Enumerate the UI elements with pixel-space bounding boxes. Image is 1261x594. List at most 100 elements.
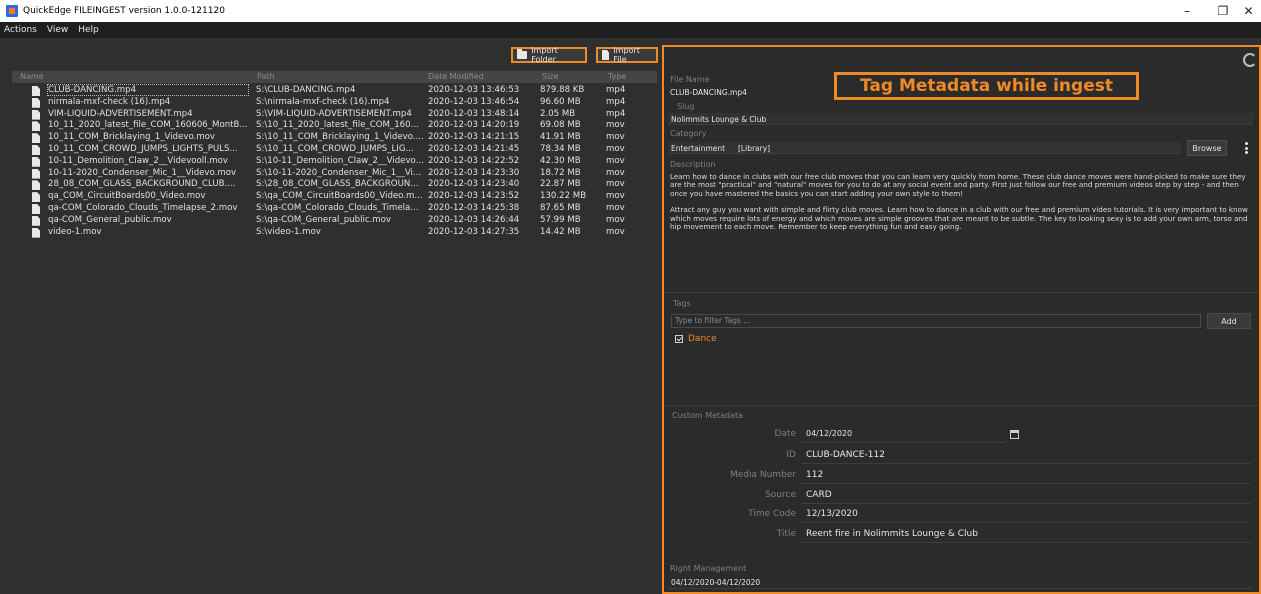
cell-date: 2020-12-03 14:23:30 bbox=[428, 167, 520, 178]
title-field[interactable]: Reent fire in Nolimmits Lounge & Club bbox=[801, 525, 1251, 543]
cell-date: 2020-12-03 14:27:35 bbox=[428, 226, 520, 237]
cell-path: S:\10_11_2020_latest_file_COM_160... bbox=[256, 120, 419, 131]
cell-size: 130.22 MB bbox=[540, 191, 587, 202]
cell-path: S:\qa-COM_General_public.mov bbox=[256, 214, 392, 225]
cell-type: mp4 bbox=[606, 108, 626, 119]
description-field[interactable]: Learn how to dance in clubs with our fre… bbox=[670, 172, 1255, 239]
cell-path: S:\qa-COM_Colorado_Clouds_Timela... bbox=[256, 202, 419, 213]
cell-path: S:\nirmala-mxf-check (16).mp4 bbox=[256, 96, 390, 107]
calendar-icon[interactable] bbox=[1010, 430, 1019, 439]
divider bbox=[664, 405, 1259, 406]
close-button[interactable]: ✕ bbox=[1236, 0, 1261, 22]
add-tag-button[interactable]: Add bbox=[1207, 313, 1251, 329]
cell-name: VIM-LIQUID-ADVERTISEMENT.mp4 bbox=[48, 108, 193, 119]
custom-row-date: Date 04/12/2020 bbox=[664, 425, 1254, 443]
import-folder-button[interactable]: Import Folder bbox=[511, 46, 587, 64]
slug-label: Slug bbox=[677, 102, 695, 111]
tag-filter-input[interactable]: Type to filter Tags ... bbox=[671, 314, 1201, 328]
cell-size: 22.87 MB bbox=[540, 179, 581, 190]
cell-name: 10-11_Demolition_Claw_2__Videvooll.mov bbox=[48, 155, 229, 166]
tag-checkbox-dance[interactable]: Dance bbox=[675, 334, 717, 344]
cell-name: nirmala-mxf-check (16).mp4 bbox=[48, 96, 171, 107]
cell-date: 2020-12-03 14:21:45 bbox=[428, 143, 520, 154]
cell-type: mp4 bbox=[606, 96, 626, 107]
more-options-icon[interactable] bbox=[1245, 142, 1248, 154]
category-field[interactable]: Entertainment [Library] bbox=[668, 142, 1181, 154]
menu-actions[interactable]: Actions bbox=[4, 25, 37, 35]
minimize-button[interactable]: – bbox=[1169, 0, 1205, 22]
cell-name: 10-11-2020_Condenser_Mic_1__Videvo.mov bbox=[48, 167, 237, 178]
table-row[interactable]: qa-COM_General_public.mov S:\qa-COM_Gener… bbox=[12, 215, 657, 227]
custom-row-title: Title Reent fire in Nolimmits Lounge & C… bbox=[664, 525, 1254, 543]
table-row[interactable]: 28_08_COM_GLASS_BACKGROUND_CLUB.... S:\28… bbox=[12, 179, 657, 191]
id-label: ID bbox=[786, 450, 796, 460]
table-row[interactable]: video-1.mov S:\video-1.mov 2020-12-03 14:2… bbox=[12, 227, 657, 239]
window-title: QuickEdge FILEINGEST version 1.0.0-12112… bbox=[23, 6, 225, 16]
table-row[interactable]: 10_11_2020_latest_file_COM_160606_MontB.… bbox=[12, 120, 657, 132]
file-icon bbox=[32, 180, 40, 191]
right-management-label: Right Management bbox=[670, 564, 747, 573]
table-row[interactable]: 10_11_COM_Bricklaying_1_Videvo.mov S:\10_… bbox=[12, 132, 657, 144]
table-row[interactable]: CLUB-DANCING.mp4 S:\CLUB-DANCING.mp4 2020-… bbox=[12, 84, 657, 97]
cell-type: mov bbox=[606, 143, 625, 154]
title-bar: QuickEdge FILEINGEST version 1.0.0-12112… bbox=[0, 0, 1261, 22]
refresh-icon[interactable] bbox=[1243, 53, 1257, 67]
cell-date: 2020-12-03 14:23:40 bbox=[428, 179, 520, 190]
file-icon bbox=[32, 203, 40, 214]
cell-size: 69.08 MB bbox=[540, 120, 581, 131]
tags-label: Tags bbox=[673, 299, 691, 308]
column-date-modified[interactable]: Date Modified bbox=[428, 72, 484, 81]
cell-type: mov bbox=[606, 167, 625, 178]
time-code-field[interactable]: 12/13/2020 bbox=[801, 505, 1251, 523]
column-name[interactable]: Name bbox=[20, 72, 44, 81]
table-row[interactable]: qa-COM_Colorado_Clouds_Timelapse_2.mov S:… bbox=[12, 203, 657, 215]
title-label: Title bbox=[776, 529, 796, 539]
file-icon bbox=[32, 97, 40, 108]
file-icon bbox=[32, 109, 40, 120]
cell-date: 2020-12-03 14:23:52 bbox=[428, 191, 520, 202]
custom-metadata-label: Custom Metadata bbox=[672, 411, 744, 420]
cell-type: mp4 bbox=[606, 85, 626, 95]
browse-button[interactable]: Browse bbox=[1187, 140, 1227, 156]
table-row[interactable]: qa_COM_CircuitBoards00_Video.mov S:\qa_CO… bbox=[12, 191, 657, 203]
column-type[interactable]: Type bbox=[608, 72, 626, 81]
custom-row-media-number: Media Number 112 bbox=[664, 466, 1254, 484]
media-number-label: Media Number bbox=[729, 470, 796, 480]
source-field[interactable]: CARD bbox=[801, 486, 1251, 504]
cell-size: 57.99 MB bbox=[540, 214, 581, 225]
cell-type: mov bbox=[606, 179, 625, 190]
right-management-field[interactable]: 04/12/2020-04/12/2020 bbox=[668, 577, 1253, 589]
cell-date: 2020-12-03 13:48:14 bbox=[428, 108, 520, 119]
time-code-label: Time Code bbox=[748, 509, 796, 519]
import-file-button[interactable]: Import File bbox=[596, 46, 658, 64]
cell-type: mov bbox=[606, 202, 625, 213]
cell-size: 96.60 MB bbox=[540, 96, 581, 107]
cell-path: S:\28_08_COM_GLASS_BACKGROUN... bbox=[256, 179, 419, 190]
file-list-pane: Import Folder Import File Name Path Date… bbox=[0, 38, 662, 594]
source-label: Source bbox=[765, 490, 796, 500]
cell-size: 41.91 MB bbox=[540, 132, 581, 143]
checkbox-icon[interactable] bbox=[675, 335, 683, 343]
cell-size: 87.65 MB bbox=[540, 202, 581, 213]
slug-field[interactable]: Nolimmits Lounge & Club bbox=[668, 113, 1253, 125]
media-number-field[interactable]: 112 bbox=[801, 466, 1251, 484]
menu-view[interactable]: View bbox=[47, 25, 68, 35]
menu-help[interactable]: Help bbox=[78, 25, 99, 35]
id-field[interactable]: CLUB-DANCE-112 bbox=[801, 446, 1251, 464]
table-row[interactable]: 10_11_COM_CROWD_JUMPS_LIGHTS_PULS... S:\1… bbox=[12, 144, 657, 156]
file-icon bbox=[32, 133, 40, 144]
table-row[interactable]: VIM-LIQUID-ADVERTISEMENT.mp4 S:\VIM-LIQUI… bbox=[12, 109, 657, 121]
cell-name: video-1.mov bbox=[48, 226, 102, 237]
cell-path: S:\CLUB-DANCING.mp4 bbox=[256, 85, 356, 95]
table-row[interactable]: nirmala-mxf-check (16).mp4 S:\nirmala-mxf… bbox=[12, 97, 657, 109]
table-row[interactable]: 10-11-2020_Condenser_Mic_1__Videvo.mov S:… bbox=[12, 168, 657, 180]
table-row[interactable]: 10-11_Demolition_Claw_2__Videvooll.mov S:… bbox=[12, 156, 657, 168]
cell-date: 2020-12-03 14:22:52 bbox=[428, 155, 520, 166]
metadata-pane: Tag Metadata while ingest File Name CLUB… bbox=[662, 45, 1261, 594]
file-icon bbox=[32, 192, 40, 203]
file-icon bbox=[32, 168, 40, 179]
date-field[interactable]: 04/12/2020 bbox=[801, 425, 1006, 443]
column-path[interactable]: Path bbox=[257, 72, 275, 81]
date-label: Date bbox=[774, 429, 796, 439]
column-size[interactable]: Size bbox=[542, 72, 558, 81]
